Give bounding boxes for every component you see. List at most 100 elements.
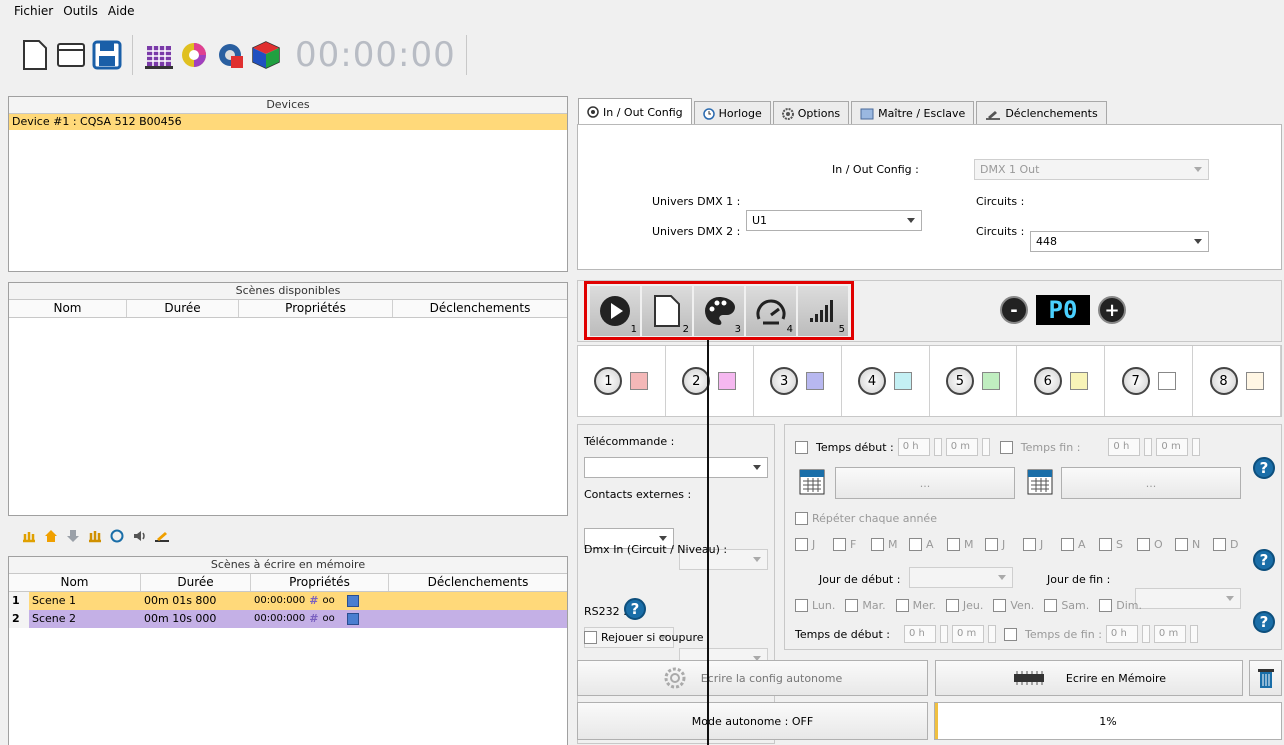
day-check[interactable] — [1099, 599, 1113, 612]
month-check[interactable] — [1099, 538, 1112, 551]
start-time-check[interactable] — [795, 440, 808, 454]
mode-button-3[interactable]: 3 — [694, 285, 744, 336]
menu-aide[interactable]: Aide — [108, 4, 135, 18]
mode-button-2[interactable]: 2 — [642, 285, 692, 336]
spin-arrows[interactable] — [1189, 625, 1198, 643]
end-time-check[interactable] — [999, 440, 1013, 454]
day-end-select[interactable] — [1135, 588, 1241, 609]
spin-arrows[interactable] — [1192, 438, 1201, 456]
trigger-small-icon[interactable] — [154, 529, 170, 543]
repeat-check[interactable] — [795, 512, 808, 525]
table-row[interactable]: 2 Scene 2 00m 10s 000 00:00:000 # oo — [9, 610, 567, 628]
tab-options[interactable]: Options — [772, 101, 850, 125]
scene-button-8[interactable]: 8 — [1193, 346, 1281, 416]
start2-hour[interactable]: 0 h — [904, 625, 937, 643]
day-checkbox[interactable]: Mar. — [845, 599, 886, 612]
day-checkbox[interactable]: Sam. — [1044, 599, 1089, 612]
lights-alt-icon[interactable] — [88, 529, 102, 543]
color-wheel-icon[interactable] — [179, 38, 209, 72]
scene-button-1[interactable]: 1 — [578, 346, 666, 416]
day-check[interactable] — [795, 599, 808, 612]
end-time2-check[interactable] — [1004, 627, 1018, 641]
month-checkbox[interactable]: M — [871, 538, 907, 551]
minus-button[interactable]: - — [1000, 296, 1028, 324]
start-hour[interactable]: 0 h — [897, 438, 930, 456]
io-config-select[interactable]: DMX 1 Out — [974, 159, 1209, 180]
trash-button[interactable] — [1249, 660, 1282, 696]
tab-declenchements[interactable]: Déclenchements — [976, 101, 1107, 125]
spin-arrows[interactable] — [940, 625, 949, 643]
col-duree[interactable]: Durée — [141, 574, 251, 591]
month-check[interactable] — [795, 538, 808, 551]
month-checkbox[interactable]: F — [833, 538, 869, 551]
replay-check[interactable] — [584, 631, 597, 644]
mode-button-5[interactable]: 5 — [798, 285, 848, 336]
month-checkbox[interactable]: J — [1023, 538, 1059, 551]
month-check[interactable] — [909, 538, 922, 551]
col-nom[interactable]: Nom — [9, 300, 127, 317]
rubik-cube-icon[interactable] — [251, 38, 281, 72]
month-check[interactable] — [833, 538, 846, 551]
month-checkbox[interactable]: M — [947, 538, 983, 551]
month-check[interactable] — [1137, 538, 1150, 551]
day-checkbox[interactable]: Lun. — [795, 599, 835, 612]
mode-button-1[interactable]: 1 — [590, 285, 640, 336]
spin-arrows[interactable] — [981, 438, 990, 456]
mode-button[interactable]: Mode autonome : OFF — [577, 702, 928, 740]
day-checkbox[interactable]: Dim. — [1099, 599, 1142, 612]
circle-icon[interactable] — [110, 529, 124, 543]
month-check[interactable] — [985, 538, 998, 551]
calendar-start-icon[interactable] — [799, 467, 825, 495]
end-minute[interactable]: 0 m — [1156, 438, 1189, 456]
col-declenchements[interactable]: Déclenchements — [393, 300, 567, 317]
end-hour[interactable]: 0 h — [1108, 438, 1141, 456]
home-icon[interactable] — [44, 529, 58, 543]
gear-cube-icon[interactable] — [215, 38, 245, 72]
month-check[interactable] — [947, 538, 960, 551]
help-icon[interactable]: ? — [1253, 611, 1275, 633]
univers-dmx1-select[interactable]: U1 — [746, 210, 922, 231]
col-nom[interactable]: Nom — [9, 574, 141, 591]
day-start-select[interactable] — [909, 567, 1013, 588]
write-config-button[interactable]: Ecrire la config autonome — [577, 660, 928, 696]
col-proprietes[interactable]: Propriétés — [251, 574, 389, 591]
scene-button-7[interactable]: 7 — [1105, 346, 1194, 416]
menu-fichier[interactable]: Fichier — [14, 4, 53, 18]
month-check[interactable] — [1061, 538, 1074, 551]
date-start-button[interactable]: ... — [835, 467, 1015, 499]
col-declenchements[interactable]: Déclenchements — [389, 574, 567, 591]
new-file-icon[interactable] — [20, 38, 50, 72]
spin-arrows[interactable] — [933, 438, 942, 456]
plus-button[interactable]: + — [1098, 296, 1126, 324]
tab-maitre-esclave[interactable]: Maître / Esclave — [851, 101, 975, 125]
day-check[interactable] — [845, 599, 859, 612]
month-checkbox[interactable]: J — [795, 538, 831, 551]
month-checkbox[interactable]: D — [1213, 538, 1249, 551]
end2-hour[interactable]: 0 h — [1105, 625, 1138, 643]
write-memory-button[interactable]: Ecrire en Mémoire — [935, 660, 1243, 696]
month-check[interactable] — [1213, 538, 1226, 551]
menu-outils[interactable]: Outils — [63, 4, 98, 18]
month-check[interactable] — [1023, 538, 1036, 551]
month-checkbox[interactable]: N — [1175, 538, 1211, 551]
month-checkbox[interactable]: A — [1061, 538, 1097, 551]
start2-minute[interactable]: 0 m — [952, 625, 985, 643]
col-proprietes[interactable]: Propriétés — [239, 300, 393, 317]
day-checkbox[interactable]: Ven. — [993, 599, 1034, 612]
scene-button-3[interactable]: 3 — [754, 346, 842, 416]
month-checkbox[interactable]: O — [1137, 538, 1173, 551]
month-checkbox[interactable]: S — [1099, 538, 1135, 551]
help-icon[interactable]: ? — [1253, 549, 1275, 571]
color-chip[interactable] — [346, 613, 359, 625]
day-check[interactable] — [945, 599, 959, 612]
grid-chart-icon[interactable] — [143, 38, 173, 72]
month-checkbox[interactable]: A — [909, 538, 945, 551]
start-minute[interactable]: 0 m — [945, 438, 978, 456]
spin-arrows[interactable] — [1144, 438, 1153, 456]
open-folder-icon[interactable] — [56, 38, 86, 72]
spin-arrows[interactable] — [988, 625, 997, 643]
table-row[interactable]: 1 Scene 1 00m 01s 800 00:00:000 # oo — [9, 592, 567, 610]
month-check[interactable] — [871, 538, 884, 551]
lights-icon[interactable] — [22, 529, 36, 543]
scene-button-4[interactable]: 4 — [842, 346, 930, 416]
